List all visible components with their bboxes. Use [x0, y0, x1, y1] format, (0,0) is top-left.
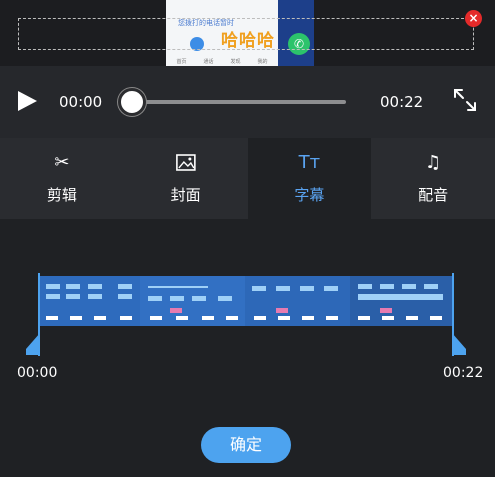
close-icon[interactable]: ×: [465, 10, 482, 27]
tab-label: 封面: [170, 186, 201, 204]
player-controls: 00:00 00:22: [0, 66, 495, 138]
trim-handle-right[interactable]: [452, 273, 466, 356]
preview-nav-item: 通话: [203, 59, 214, 65]
tab-dubbing[interactable]: ♫ 配音: [371, 138, 495, 219]
progress-knob[interactable]: [118, 88, 146, 116]
tab-label: 剪辑: [46, 186, 77, 204]
preview-nav: 首页 通话 发现 我的: [168, 58, 276, 65]
tab-edit[interactable]: ✂ 剪辑: [0, 138, 124, 219]
tab-subtitle[interactable]: Tт 字幕: [247, 138, 372, 219]
scissors-icon: ✂: [54, 152, 70, 173]
timeline-end-time: 00:22: [443, 365, 484, 381]
preview-nav-item: 我的: [257, 59, 268, 65]
image-icon: [175, 154, 196, 171]
tool-tabs: ✂ 剪辑 封面 Tт 字幕 ♫ 配音: [0, 138, 495, 219]
frame-strip[interactable]: [40, 276, 454, 326]
preview-nav-item: 发现: [230, 59, 241, 65]
preview-nav-item: 首页: [176, 59, 187, 65]
tab-label: 字幕: [294, 186, 325, 204]
timeline-start-time: 00:00: [17, 365, 58, 381]
total-time: 00:22: [380, 93, 424, 111]
current-time: 00:00: [59, 93, 103, 111]
frame-thumbnails: [40, 276, 454, 326]
trim-handle-left[interactable]: [26, 273, 40, 356]
caption-text[interactable]: 哈哈哈: [221, 26, 275, 51]
music-note-icon: ♫: [425, 152, 442, 173]
confirm-button[interactable]: 确定: [201, 427, 291, 463]
fullscreen-icon[interactable]: [452, 87, 478, 113]
text-size-icon: Tт: [298, 152, 321, 173]
progress-track[interactable]: [132, 100, 346, 104]
video-preview: 您拨打的电话暂时 ✆ 首页 通话 发现 我的 哈哈哈 ×: [0, 0, 495, 66]
play-icon[interactable]: [16, 90, 38, 112]
tab-cover[interactable]: 封面: [124, 138, 248, 219]
tab-label: 配音: [418, 186, 449, 204]
